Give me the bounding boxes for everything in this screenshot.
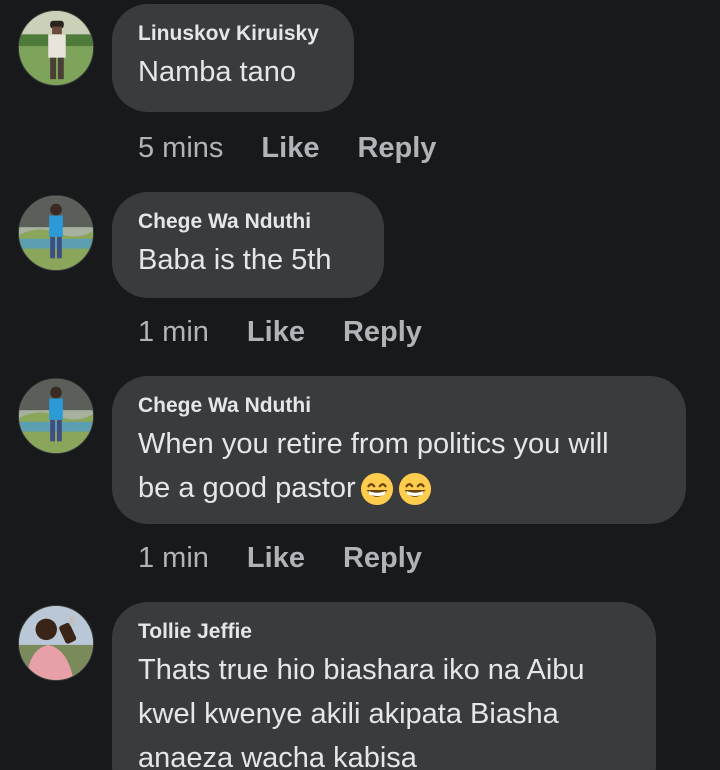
comment-bubble: Tollie Jeffie Thats true hio biashara ik…: [112, 602, 656, 770]
avatar[interactable]: [18, 605, 94, 681]
comment-bubble: Chege Wa Nduthi Baba is the 5th: [112, 192, 384, 298]
avatar-photo: [19, 196, 93, 270]
avatar[interactable]: [18, 195, 94, 271]
avatar[interactable]: [18, 378, 94, 454]
comment-feed: Linuskov Kiruisky Namba tano 5 mins Like…: [0, 0, 720, 770]
avatar-photo: [19, 606, 93, 680]
comment-timestamp[interactable]: 1 min: [138, 314, 209, 350]
like-button[interactable]: Like: [247, 314, 305, 350]
comment-text-line: be a good pastor: [138, 466, 660, 510]
comment-bubble: Linuskov Kiruisky Namba tano: [112, 4, 354, 112]
comment-author[interactable]: Linuskov Kiruisky: [138, 20, 328, 48]
comment-author[interactable]: Tollie Jeffie: [138, 618, 630, 646]
emoji-group: [360, 472, 432, 506]
comment-text: Baba is the 5th: [138, 244, 332, 276]
comment-text-fragment: be a good pastor: [138, 472, 356, 504]
reply-button[interactable]: Reply: [343, 540, 422, 576]
comment-text: Namba tano: [138, 56, 296, 88]
like-button[interactable]: Like: [247, 540, 305, 576]
avatar[interactable]: [18, 10, 94, 86]
comment-timestamp[interactable]: 1 min: [138, 540, 209, 576]
reply-button[interactable]: Reply: [357, 130, 436, 166]
reply-button[interactable]: Reply: [343, 314, 422, 350]
comment-author[interactable]: Chege Wa Nduthi: [138, 392, 660, 420]
like-button[interactable]: Like: [261, 130, 319, 166]
comment-author[interactable]: Chege Wa Nduthi: [138, 208, 358, 236]
comment-actions: 1 min Like Reply: [138, 314, 422, 350]
avatar-photo: [19, 379, 93, 453]
comment-text: When you retire from politics you will b…: [138, 422, 660, 510]
comment-text-line: Thats true hio biashara iko na Aibu: [138, 654, 585, 686]
comment-text-line: kwel kwenye akili akipata Biasha: [138, 698, 559, 730]
grinning-face-emoji: [360, 473, 393, 506]
comment-timestamp[interactable]: 5 mins: [138, 130, 223, 166]
comment-bubble: Chege Wa Nduthi When you retire from pol…: [112, 376, 686, 524]
comment-text: Thats true hio biashara iko na Aibu kwel…: [138, 648, 630, 770]
avatar-photo: [19, 11, 93, 85]
comment-actions: 1 min Like Reply: [138, 540, 422, 576]
comment-text-line: When you retire from politics you will: [138, 428, 609, 460]
grinning-face-emoji: [398, 473, 431, 506]
comment-text-line: anaeza wacha kabisa: [138, 742, 417, 770]
comment-actions: 5 mins Like Reply: [138, 130, 436, 166]
